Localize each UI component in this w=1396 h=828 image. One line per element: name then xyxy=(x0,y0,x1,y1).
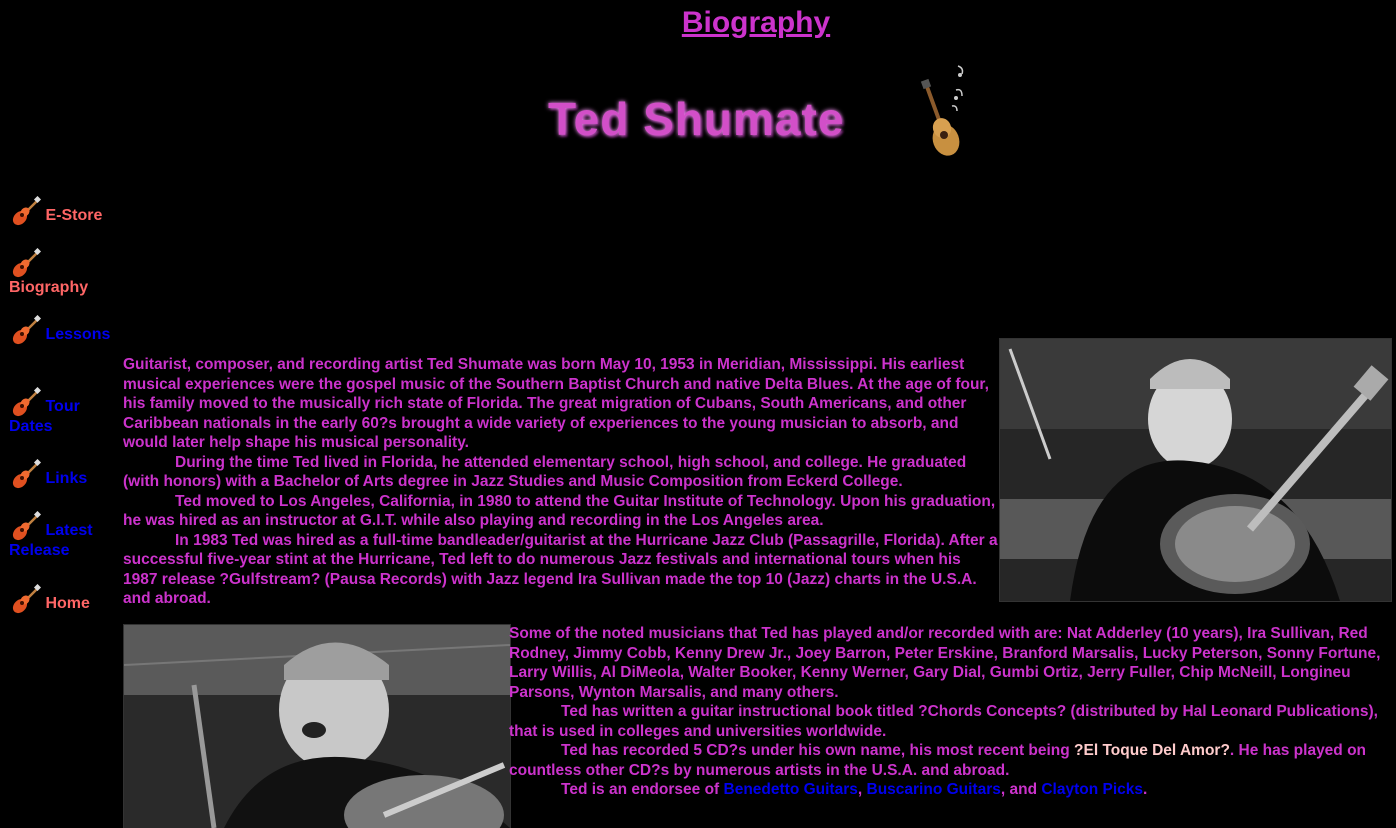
separator: , and xyxy=(1000,781,1042,798)
guitar-icon xyxy=(9,459,41,489)
guitar-icon xyxy=(9,248,41,278)
bio-paragraph: Ted is an endorsee of xyxy=(561,781,724,798)
bio-paragraph-block-2: Some of the noted musicians that Ted has… xyxy=(509,624,1389,800)
nav-item-estore[interactable]: E-Store xyxy=(9,196,119,226)
bio-paragraph: Guitarist, composer, and recording artis… xyxy=(123,356,989,451)
album-title: ?El Toque Del Amor? xyxy=(1074,742,1230,759)
nav-item-latest-release[interactable]: Latest Release xyxy=(9,511,119,561)
nav-item-tour-dates[interactable]: Tour Dates xyxy=(9,387,119,437)
nav-item-label[interactable]: E-Store xyxy=(45,207,102,224)
nav-item-label[interactable]: Latest xyxy=(45,522,92,539)
link-buscarino-guitars[interactable]: Buscarino Guitars xyxy=(867,781,1001,798)
guitar-logo-icon xyxy=(918,62,978,167)
guitar-icon xyxy=(9,511,41,541)
nav-item-label[interactable]: Home xyxy=(45,595,89,612)
link-benedetto-guitars[interactable]: Benedetto Guitars xyxy=(724,781,858,798)
nav-item-label[interactable]: Links xyxy=(45,470,87,487)
separator: , xyxy=(857,781,867,798)
guitar-icon xyxy=(9,584,41,614)
bio-paragraph: Ted has recorded 5 CD?s under his own na… xyxy=(561,742,1075,759)
nav-item-biography[interactable]: Biography xyxy=(9,248,119,298)
guitar-icon xyxy=(9,387,41,417)
nav-item-label[interactable]: Lessons xyxy=(45,326,110,343)
nav-item-home[interactable]: Home xyxy=(9,584,119,614)
bio-paragraph: Some of the noted musicians that Ted has… xyxy=(509,625,1381,701)
guitar-icon xyxy=(9,315,41,345)
nav-item-label[interactable]: Tour xyxy=(45,398,79,415)
bio-paragraph-block-1: Guitarist, composer, and recording artis… xyxy=(123,355,998,609)
nav-item-lessons[interactable]: Lessons xyxy=(9,315,119,345)
bio-paragraph: Ted has written a guitar instructional b… xyxy=(509,703,1378,740)
nav-item-label[interactable]: Dates xyxy=(9,418,53,435)
photo-guitarist-singing xyxy=(123,624,511,828)
logo-text: Ted Shumate xyxy=(548,93,845,145)
separator: . xyxy=(1143,781,1148,798)
nav-item-label[interactable]: Biography xyxy=(9,279,88,296)
bio-paragraph: Ted moved to Los Angeles, California, in… xyxy=(123,492,996,530)
nav-item-links[interactable]: Links xyxy=(9,459,119,489)
link-clayton-picks[interactable]: Clayton Picks xyxy=(1041,781,1143,798)
nav-item-label[interactable]: Release xyxy=(9,542,70,559)
page-title: Biography xyxy=(681,6,831,39)
guitar-icon xyxy=(9,196,41,226)
photo-guitarist-playing xyxy=(999,338,1392,602)
bio-paragraph: In 1983 Ted was hired as a full-time ban… xyxy=(123,531,998,608)
bio-paragraph: During the time Ted lived in Florida, he… xyxy=(123,453,967,491)
